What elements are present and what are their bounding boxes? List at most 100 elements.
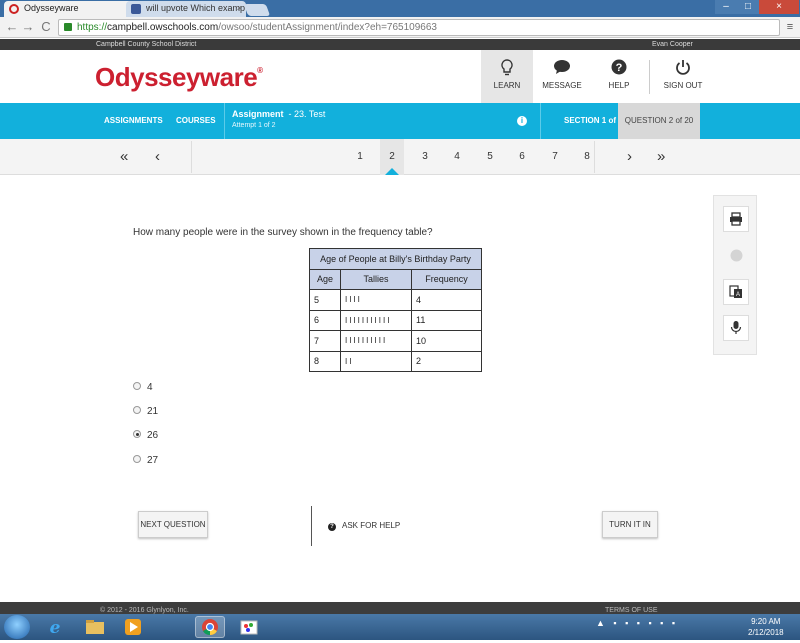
nav-courses[interactable]: COURSES bbox=[176, 103, 216, 139]
clock-date: 2/12/2018 bbox=[748, 628, 784, 637]
address-bar[interactable]: https://campbell.owschools.com/owsoo/stu… bbox=[58, 19, 780, 36]
radio-button[interactable] bbox=[133, 406, 141, 415]
action-divider bbox=[311, 506, 312, 546]
media-player-icon[interactable] bbox=[118, 616, 148, 638]
page-5[interactable]: 5 bbox=[478, 139, 502, 175]
table-cell: II bbox=[340, 350, 412, 372]
table-cell: 2 bbox=[411, 350, 482, 372]
table-cell: 4 bbox=[411, 289, 482, 311]
table-row: 7 IIIIIIIIII 10 bbox=[309, 330, 482, 352]
brainly-favicon-icon bbox=[131, 4, 141, 14]
tab-close-icon[interactable]: × bbox=[237, 1, 242, 16]
page-4[interactable]: 4 bbox=[445, 139, 469, 175]
radio-button[interactable] bbox=[133, 382, 141, 391]
registered-mark: ® bbox=[257, 66, 263, 75]
next-page-icon[interactable]: › bbox=[627, 139, 632, 175]
radio-button-selected[interactable] bbox=[133, 430, 141, 439]
reload-icon[interactable]: C bbox=[38, 19, 54, 35]
learn-button[interactable]: LEARN bbox=[481, 50, 533, 103]
sign-out-label: SIGN OUT bbox=[663, 81, 703, 90]
answer-choice-selected[interactable]: 26 bbox=[133, 429, 158, 443]
back-arrow-icon[interactable]: ← bbox=[4, 19, 20, 35]
help-button[interactable]: ? HELP bbox=[591, 50, 647, 103]
browser-tab-odysseyware[interactable]: Odysseyware × bbox=[4, 1, 138, 17]
print-icon[interactable] bbox=[723, 206, 749, 232]
table-cell: IIIIIIIIIII bbox=[340, 309, 412, 331]
help-label: HELP bbox=[608, 81, 630, 90]
choice-label: 4 bbox=[147, 382, 153, 393]
info-icon[interactable]: i bbox=[517, 116, 527, 126]
answer-choice[interactable]: 21 bbox=[133, 405, 158, 419]
answer-choice[interactable]: 4 bbox=[133, 381, 153, 395]
browser-toolbar: ← → C https://campbell.owschools.com/ows… bbox=[0, 17, 800, 38]
start-button[interactable] bbox=[4, 615, 30, 639]
clock-time: 9:20 AM bbox=[751, 617, 781, 626]
sign-out-button[interactable]: SIGN OUT bbox=[655, 50, 711, 103]
previous-page-icon[interactable]: ‹ bbox=[155, 139, 160, 175]
next-question-button[interactable]: NEXT QUESTION bbox=[138, 511, 208, 538]
page-6[interactable]: 6 bbox=[510, 139, 534, 175]
odysseyware-logo[interactable]: Odysseyware® bbox=[95, 62, 263, 93]
choice-label: 27 bbox=[147, 455, 159, 466]
url-scheme: https:// bbox=[77, 22, 108, 33]
paint-icon[interactable] bbox=[234, 616, 264, 638]
radio-button[interactable] bbox=[133, 455, 141, 464]
learn-label: LEARN bbox=[493, 81, 521, 90]
table-header: Tallies bbox=[340, 268, 412, 290]
ask-for-help-button[interactable]: ? ASK FOR HELP bbox=[328, 521, 400, 531]
lock-icon bbox=[64, 23, 72, 31]
table-cell: 10 bbox=[411, 330, 482, 352]
new-tab-button[interactable] bbox=[243, 4, 271, 16]
page-8[interactable]: 8 bbox=[575, 139, 599, 175]
last-page-icon[interactable]: » bbox=[657, 139, 665, 175]
nav-assignments[interactable]: ASSIGNMENTS bbox=[104, 103, 163, 139]
browser-tab-brainly[interactable]: will upvote Which examp × bbox=[126, 1, 246, 17]
terms-of-use-link[interactable]: TERMS OF USE bbox=[605, 602, 658, 614]
message-button[interactable]: MESSAGE bbox=[533, 50, 591, 103]
svg-text:e: e bbox=[50, 618, 61, 637]
globe-icon bbox=[723, 242, 749, 268]
browser-tab-strip: Odysseyware × will upvote Which examp × … bbox=[0, 0, 800, 17]
table-header: Age bbox=[309, 268, 341, 290]
tools-panel: A bbox=[713, 195, 757, 355]
lightbulb-icon bbox=[497, 59, 517, 77]
turn-it-in-button[interactable]: TURN IT IN bbox=[602, 511, 658, 538]
frequency-table: Age of People at Billy's Birthday Party … bbox=[309, 248, 482, 372]
browser-menu-icon[interactable]: ≡ bbox=[784, 20, 796, 34]
chrome-icon[interactable] bbox=[195, 616, 225, 638]
svg-text:?: ? bbox=[616, 62, 623, 74]
microphone-icon[interactable] bbox=[723, 315, 749, 341]
url-path: /owsoo/studentAssignment/index?eh=765109… bbox=[218, 22, 437, 33]
table-cell: 5 bbox=[309, 289, 341, 311]
choice-label: 26 bbox=[147, 430, 159, 441]
table-cell: 11 bbox=[411, 309, 482, 331]
question-pager: « ‹ 1 2 3 4 5 6 7 8 › » bbox=[0, 139, 800, 175]
page-3[interactable]: 3 bbox=[413, 139, 437, 175]
user-name: Evan Cooper bbox=[652, 41, 693, 48]
section-indicator[interactable]: SECTION 1 of 1 bbox=[564, 103, 623, 139]
page-1[interactable]: 1 bbox=[348, 139, 372, 175]
forward-arrow-icon[interactable]: → bbox=[20, 19, 36, 35]
minimize-button[interactable]: – bbox=[715, 0, 737, 14]
table-cell: 7 bbox=[309, 330, 341, 352]
folder-icon[interactable] bbox=[80, 616, 110, 638]
tab-title: Odysseyware bbox=[24, 3, 79, 13]
ie-icon[interactable]: e bbox=[40, 616, 70, 638]
district-name: Campbell County School District bbox=[96, 41, 197, 48]
table-row: 6 IIIIIIIIIII 11 bbox=[309, 309, 482, 331]
active-page-caret-icon bbox=[385, 168, 399, 175]
maximize-button[interactable]: □ bbox=[737, 0, 759, 14]
page-7[interactable]: 7 bbox=[543, 139, 567, 175]
power-icon bbox=[673, 59, 693, 77]
page-footer: © 2012 - 2016 Glynlyon, Inc. TERMS OF US… bbox=[0, 602, 800, 614]
answer-choice[interactable]: 27 bbox=[133, 454, 158, 468]
assignment-nav-bar: ASSIGNMENTS COURSES Assignment - 23. Tes… bbox=[0, 103, 800, 139]
message-label: MESSAGE bbox=[542, 81, 582, 90]
close-window-button[interactable]: × bbox=[759, 0, 799, 14]
taskbar-clock[interactable]: 9:20 AM 2/12/2018 bbox=[748, 616, 784, 638]
table-cell: IIII bbox=[340, 289, 412, 311]
table-cell: IIIIIIIIII bbox=[340, 330, 412, 352]
question-indicator[interactable]: QUESTION 2 of 20 bbox=[618, 103, 700, 139]
first-page-icon[interactable]: « bbox=[120, 139, 128, 175]
translate-icon[interactable]: A bbox=[723, 279, 749, 305]
